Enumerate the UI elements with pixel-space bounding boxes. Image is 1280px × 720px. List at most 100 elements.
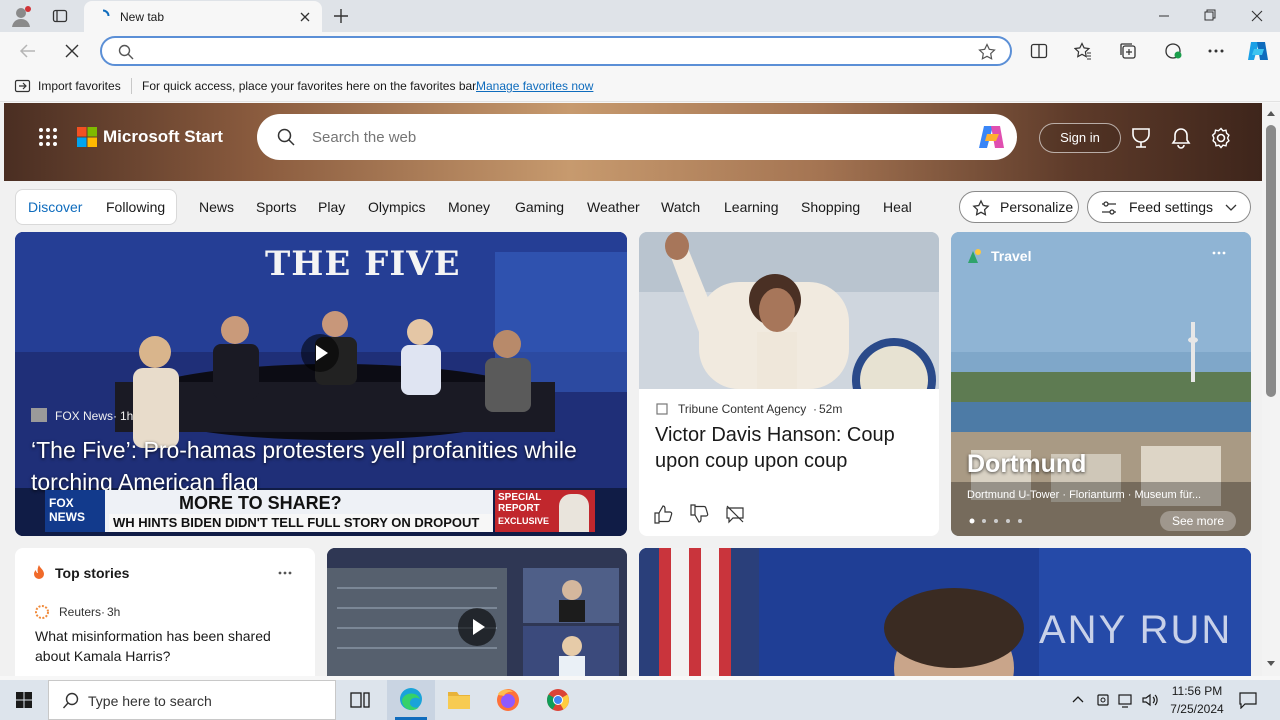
edge-taskbar-icon[interactable] — [387, 680, 435, 720]
browser-essentials-icon[interactable] — [1163, 42, 1183, 60]
card-headline[interactable]: Victor Davis Hanson: Coup upon coup upon… — [655, 422, 925, 474]
nav-item-news[interactable]: News — [199, 199, 234, 215]
address-input[interactable] — [148, 42, 948, 60]
copilot-icon[interactable] — [977, 123, 1007, 151]
loading-spinner-icon — [96, 9, 110, 23]
travel-card[interactable]: Travel Dortmund Dortmund U-Tower · Flori… — [951, 232, 1251, 536]
hide-story-icon[interactable] — [725, 504, 745, 524]
tab-following[interactable]: Following — [106, 199, 165, 215]
settings-gear-icon[interactable] — [1210, 127, 1232, 149]
main-news-card[interactable]: THE FIVE FOX News · 1h ‘The Five’: Pro-h… — [15, 232, 627, 536]
card-more-icon[interactable] — [1211, 248, 1227, 258]
task-view-icon[interactable] — [336, 680, 384, 720]
nav-item-money[interactable]: Money — [448, 199, 490, 215]
notifications-bell-icon[interactable] — [1170, 127, 1192, 149]
sign-in-button[interactable]: Sign in — [1039, 123, 1121, 153]
story-source: Reuters — [59, 605, 102, 619]
personalize-label: Personalize — [1000, 199, 1074, 215]
split-screen-icon[interactable] — [1030, 42, 1048, 60]
story-headline[interactable]: What misinformation has been shared abou… — [35, 626, 297, 666]
network-icon[interactable] — [1117, 691, 1135, 709]
play-video-icon[interactable] — [301, 334, 339, 372]
collections-icon[interactable] — [1119, 42, 1137, 60]
special-report-badge: SPECIAL REPORT EXCLUSIVE — [495, 490, 595, 532]
volume-icon[interactable] — [1141, 691, 1159, 709]
video-news-card[interactable] — [327, 548, 627, 676]
nav-item-play[interactable]: Play — [318, 199, 345, 215]
hero-background: Microsoft Start Sign in — [4, 103, 1262, 181]
close-window-icon[interactable] — [1243, 8, 1271, 24]
nav-item-health[interactable]: Heal — [883, 199, 912, 215]
card-age: 52m — [819, 402, 843, 416]
carousel-dots[interactable] — [969, 518, 1029, 524]
travel-title[interactable]: Dortmund — [967, 450, 1086, 479]
nav-item-gaming[interactable]: Gaming — [515, 199, 564, 215]
photo-news-card[interactable]: ANY RUN — [639, 548, 1251, 676]
firefox-icon[interactable] — [484, 680, 532, 720]
page-scrollbar[interactable] — [1262, 103, 1280, 676]
favorite-star-icon[interactable] — [978, 43, 996, 61]
web-search-input[interactable] — [312, 127, 912, 147]
special-report-label: SPECIAL REPORT — [498, 492, 542, 514]
favorites-bar: Import favorites For quick access, place… — [0, 70, 1280, 102]
nav-item-watch[interactable]: Watch — [661, 199, 700, 215]
tab-title: New tab — [120, 10, 165, 24]
close-tab-icon[interactable] — [298, 10, 312, 24]
personalize-button[interactable]: Personalize — [959, 191, 1079, 223]
favorites-icon[interactable] — [1074, 42, 1092, 60]
restore-icon[interactable] — [1196, 8, 1224, 24]
minimize-icon[interactable] — [1150, 8, 1178, 24]
top-stories-title: Top stories — [55, 565, 130, 581]
nav-item-sports[interactable]: Sports — [256, 199, 296, 215]
scroll-up-icon[interactable] — [1266, 109, 1276, 117]
start-button[interactable] — [0, 680, 48, 720]
scroll-down-icon[interactable] — [1266, 660, 1276, 668]
back-icon[interactable] — [18, 42, 38, 60]
see-more-button[interactable]: See more — [1160, 511, 1236, 531]
stop-loading-icon[interactable] — [62, 42, 82, 60]
taskbar-search-box[interactable]: Type here to search — [48, 680, 336, 720]
feed-settings-button[interactable]: Feed settings — [1087, 191, 1251, 223]
device-icon[interactable] — [1095, 691, 1111, 709]
browser-toolbar — [0, 32, 1280, 70]
copilot-icon[interactable] — [1245, 39, 1271, 63]
divider — [131, 78, 132, 94]
tab-actions-icon[interactable] — [52, 8, 68, 24]
tab-new-tab[interactable]: New tab — [84, 1, 322, 32]
travel-category: Travel — [991, 248, 1032, 264]
news-image — [639, 232, 939, 389]
chyron-top: MORE TO SHARE? — [179, 493, 342, 513]
address-bar[interactable] — [100, 36, 1012, 66]
clock-time[interactable]: 11:56 PM — [1164, 684, 1230, 698]
notifications-icon[interactable] — [1238, 691, 1258, 709]
thumbs-down-icon[interactable] — [689, 504, 709, 524]
play-video-icon[interactable] — [458, 608, 496, 646]
scrollbar-thumb[interactable] — [1266, 125, 1276, 397]
show-hidden-icons-icon[interactable] — [1070, 692, 1086, 708]
file-explorer-icon[interactable] — [435, 680, 483, 720]
profile-avatar-icon[interactable] — [10, 5, 32, 27]
taskbar-search-placeholder: Type here to search — [88, 693, 212, 709]
manage-favorites-link[interactable]: Manage favorites now — [476, 79, 593, 93]
card-more-icon[interactable] — [277, 568, 293, 578]
chyron-bottom: WH HINTS BIDEN DIDN'T TELL FULL STORY ON… — [109, 514, 493, 532]
web-search-box[interactable] — [257, 114, 1017, 160]
rewards-icon[interactable] — [1130, 127, 1152, 149]
thumbs-up-icon[interactable] — [653, 504, 673, 524]
tribune-news-card[interactable]: Tribune Content Agency · 52m Victor Davi… — [639, 232, 939, 536]
chrome-icon[interactable] — [533, 680, 581, 720]
nav-item-learning[interactable]: Learning — [724, 199, 779, 215]
card-headline[interactable]: ‘The Five’: Pro-hamas protesters yell pr… — [31, 434, 591, 498]
more-options-icon[interactable] — [1206, 42, 1226, 60]
search-icon — [62, 692, 80, 710]
clock-date[interactable]: 7/25/2024 — [1164, 702, 1230, 716]
nav-item-olympics[interactable]: Olympics — [368, 199, 426, 215]
new-tab-icon[interactable] — [332, 7, 350, 25]
card-source: Tribune Content Agency — [678, 402, 807, 416]
import-favorites-button[interactable]: Import favorites — [38, 79, 121, 93]
nav-item-shopping[interactable]: Shopping — [801, 199, 860, 215]
apps-grid-icon[interactable] — [38, 127, 58, 147]
watermark: ANY RUN — [1039, 608, 1233, 652]
nav-item-weather[interactable]: Weather — [587, 199, 640, 215]
tab-discover[interactable]: Discover — [28, 199, 82, 215]
